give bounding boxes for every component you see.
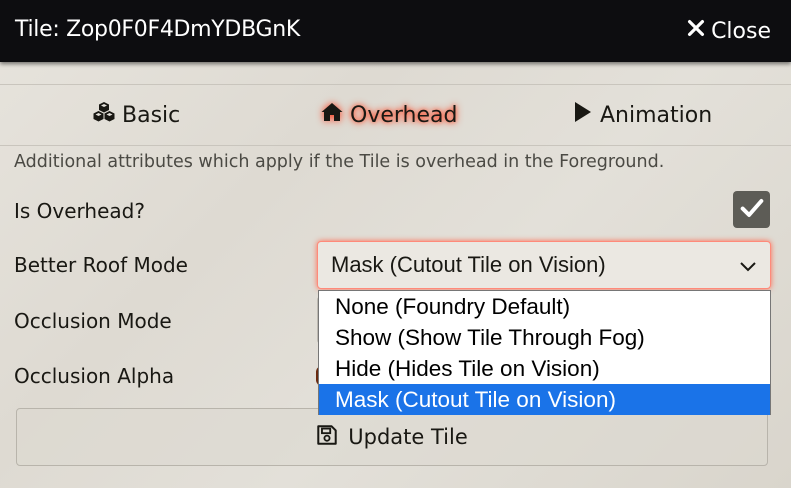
roof-mode-option[interactable]: None (Foundry Default) [319,291,770,322]
tab-animation[interactable]: Animation [570,85,712,145]
window-title: Tile: Zop0F0F4DmYDBGnK [15,17,300,42]
occlusion-alpha-label: Occlusion Alpha [14,364,175,388]
tab-bar: Basic Overhead Animation [0,84,791,146]
roof-mode-option[interactable]: Hide (Hides Tile on Vision) [319,353,770,384]
is-overhead-checkbox[interactable] [733,191,770,228]
checkmark-icon [738,194,766,226]
chevron-down-icon [738,256,758,276]
roof-mode-label: Better Roof Mode [14,253,188,277]
save-icon [316,424,338,451]
roof-mode-dropdown-list: None (Foundry Default) Show (Show Tile T… [318,290,771,415]
roof-mode-option-selected[interactable]: Mask (Cutout Tile on Vision) [319,384,770,415]
close-icon [685,17,707,45]
window-header[interactable]: Tile: Zop0F0F4DmYDBGnK Close [0,0,791,62]
roof-mode-select[interactable]: Mask (Cutout Tile on Vision) [317,241,771,289]
occlusion-mode-label: Occlusion Mode [14,309,172,333]
close-button[interactable]: Close [685,17,771,45]
tile-config-window: Tile: Zop0F0F4DmYDBGnK Close Basic Overh… [0,0,791,488]
roof-mode-value: Mask (Cutout Tile on Vision) [331,252,606,277]
tab-animation-label: Animation [600,102,713,128]
update-tile-button[interactable]: Update Tile [16,408,768,466]
play-icon [570,100,594,130]
is-overhead-label: Is Overhead? [14,199,145,223]
tab-overhead-label: Overhead [350,102,458,128]
roof-mode-option[interactable]: Show (Show Tile Through Fog) [319,322,770,353]
home-icon [320,100,344,130]
tab-overhead[interactable]: Overhead [320,85,457,145]
tab-basic[interactable]: Basic [92,85,180,145]
close-label: Close [711,18,771,44]
overhead-hint: Additional attributes which apply if the… [14,152,665,172]
tab-basic-label: Basic [122,102,181,128]
update-tile-label: Update Tile [348,425,468,449]
cubes-icon [92,100,116,130]
